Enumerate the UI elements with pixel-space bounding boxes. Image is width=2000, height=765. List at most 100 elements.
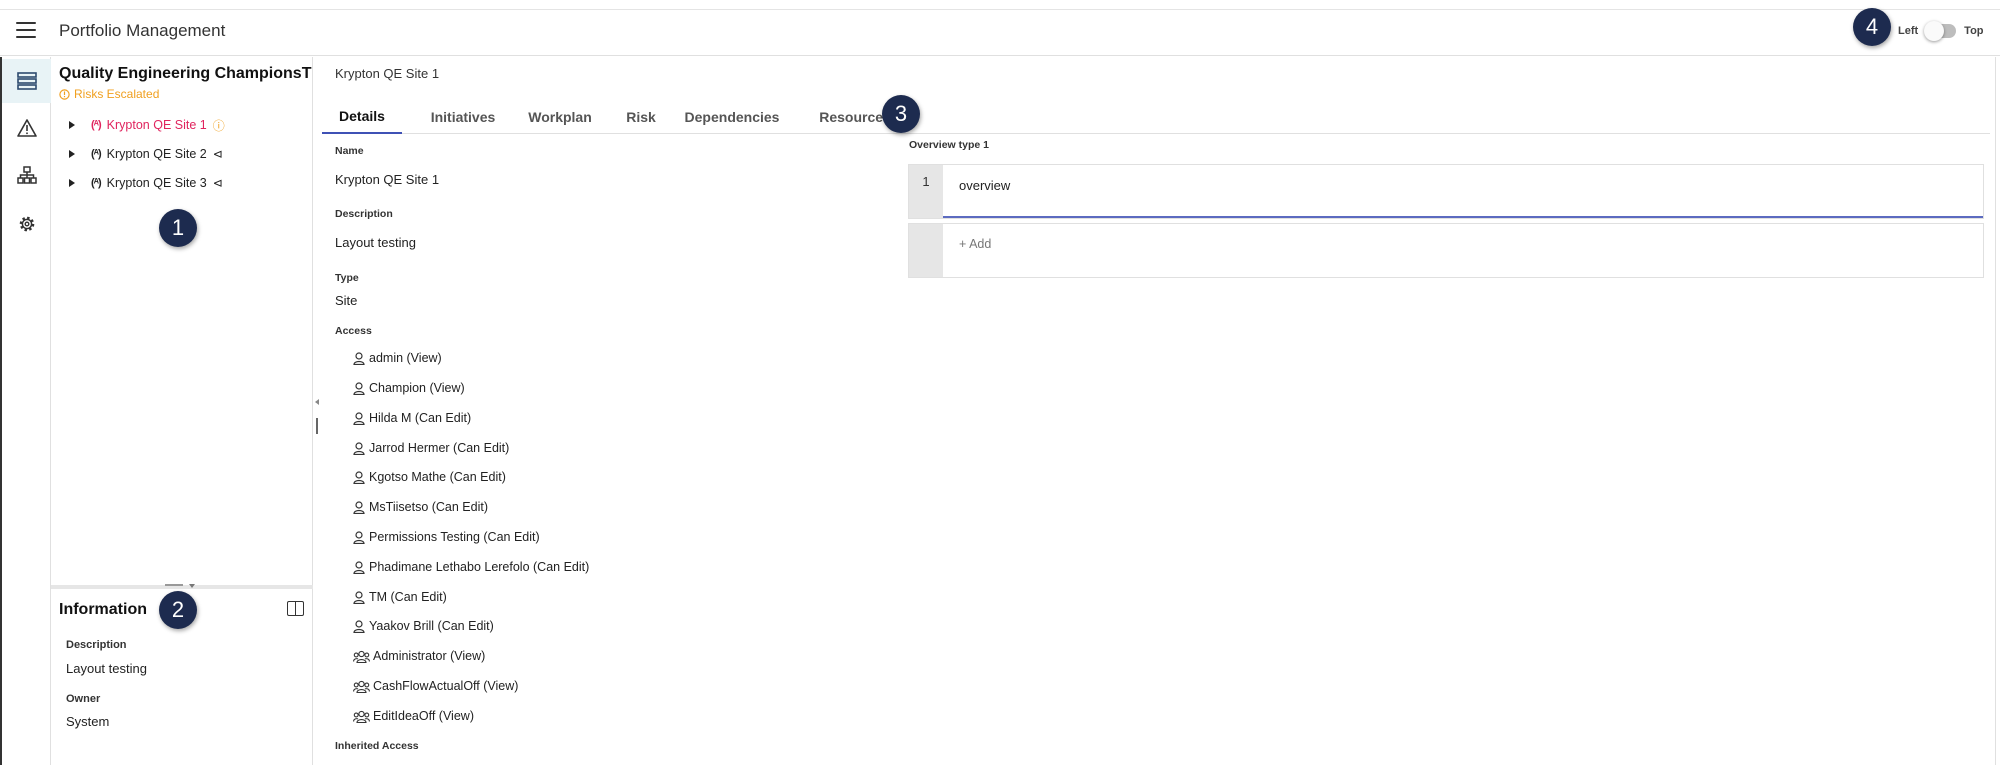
rail-settings-button[interactable] [2, 202, 51, 246]
access-entry-label: Administrator (View) [373, 649, 486, 663]
group-icon [352, 650, 370, 663]
tree-item-label: Krypton QE Site 3 [106, 176, 207, 190]
info-circle-icon [59, 88, 70, 100]
access-entry: Phadimane Lethabo Lerefolo (Can Edit) [352, 558, 589, 576]
toggle-right-label: Top [1964, 25, 1984, 37]
name-value: Krypton QE Site 1 [335, 172, 440, 187]
portfolio-status-text: Risks Escalated [74, 87, 160, 101]
portfolio-title: Quality Engineering ChampionsT [59, 65, 312, 82]
list-icon [16, 72, 37, 90]
tab-workplan[interactable]: Workplan [515, 100, 605, 134]
access-entry-label: Champion (View) [369, 381, 465, 395]
resize-grip-icon[interactable] [316, 418, 318, 434]
site-icon: (ᴬ) [91, 148, 102, 160]
type-value: Site [335, 293, 358, 308]
access-entry: Yaakov Brill (Can Edit) [352, 617, 494, 635]
tab-initiatives[interactable]: Initiatives [418, 100, 508, 134]
layout-toggle: Left Top [1898, 21, 1984, 41]
access-entry: Permissions Testing (Can Edit) [352, 528, 540, 546]
access-entry-label: admin (View) [369, 351, 442, 365]
user-icon [352, 590, 366, 604]
access-entry: TM (Can Edit) [352, 588, 447, 606]
access-entry-label: Jarrod Hermer (Can Edit) [369, 441, 510, 455]
left-nav-rail [0, 57, 51, 765]
tree-item-label: Krypton QE Site 1 [106, 118, 207, 132]
information-panel: Information 2 Description Layout testing… [51, 589, 313, 765]
tab-dependencies[interactable]: Dependencies [672, 100, 792, 134]
link-icon: ⊲ [212, 176, 223, 190]
user-icon [352, 619, 366, 633]
access-entry: Hilda M (Can Edit) [352, 409, 471, 427]
collapse-arrow-icon[interactable] [315, 399, 319, 405]
overview-add-row: + Add [908, 223, 1984, 278]
overview-add-gutter [909, 224, 943, 277]
gear-icon [19, 216, 34, 232]
add-overview-button[interactable]: + Add [943, 224, 1983, 277]
info-owner-value: System [66, 714, 110, 729]
risk-info-icon: ⓘ [212, 118, 225, 133]
group-icon [352, 710, 370, 723]
expand-caret-icon[interactable] [69, 150, 75, 158]
collapse-panel-handle[interactable] [313, 57, 322, 765]
user-icon [352, 500, 366, 514]
right-scroll-edge [1995, 57, 1996, 765]
access-entry-label: Permissions Testing (Can Edit) [369, 530, 540, 544]
breadcrumb: Krypton QE Site 1 [335, 66, 440, 81]
portfolio-status: Risks Escalated [59, 87, 159, 101]
callout-marker-1: 1 [159, 209, 197, 247]
access-entry: MsTiisetso (Can Edit) [352, 498, 488, 516]
overview-row: 1 overview [908, 164, 1984, 219]
access-label: Access [335, 325, 372, 337]
app-title: Portfolio Management [59, 21, 226, 40]
access-entry: Champion (View) [352, 379, 465, 397]
user-icon [352, 411, 366, 425]
layout-switch[interactable] [1924, 21, 1957, 41]
user-icon [352, 351, 366, 365]
tree-item-site-3[interactable]: (ᴬ) Krypton QE Site 3 ⊲ [69, 173, 223, 193]
site-icon: (ᴬ) [91, 177, 102, 189]
tab-bar: Details Initiatives Workplan Risk Depend… [322, 100, 1990, 134]
info-owner-label: Owner [66, 693, 101, 705]
info-description-label: Description [66, 639, 127, 651]
user-icon [352, 381, 366, 395]
description-value: Layout testing [335, 235, 416, 250]
expand-caret-icon[interactable] [69, 121, 75, 129]
panel-layout-icon[interactable] [287, 601, 304, 616]
info-description-value: Layout testing [66, 661, 147, 676]
user-icon [352, 470, 366, 484]
tree-item-site-1[interactable]: (ᴬ) Krypton QE Site 1 ⓘ [69, 115, 225, 135]
access-entry-label: Hilda M (Can Edit) [369, 411, 472, 425]
overview-label: Overview type 1 [909, 139, 989, 151]
type-label: Type [335, 272, 359, 284]
description-label: Description [335, 208, 393, 220]
access-entry-label: EditIdeaOff (View) [373, 709, 474, 723]
split-arrow-icon[interactable] [189, 584, 195, 588]
overview-row-number: 1 [909, 165, 943, 218]
access-entry-label: CashFlowActualOff (View) [373, 679, 519, 693]
access-entry: Administrator (View) [352, 647, 485, 665]
tab-risk[interactable]: Risk [610, 100, 672, 134]
user-icon [352, 560, 366, 574]
top-edge [0, 0, 2000, 10]
access-entry: EditIdeaOff (View) [352, 707, 474, 725]
rail-list-button[interactable] [2, 59, 51, 103]
user-icon [352, 441, 366, 455]
expand-caret-icon[interactable] [69, 179, 75, 187]
hierarchy-icon [16, 166, 37, 184]
group-icon [352, 680, 370, 693]
warning-icon [16, 119, 37, 137]
access-entry: Jarrod Hermer (Can Edit) [352, 439, 509, 457]
callout-marker-4: 4 [1853, 8, 1891, 46]
tree-item-site-2[interactable]: (ᴬ) Krypton QE Site 2 ⊲ [69, 144, 223, 164]
portfolio-tree-panel: Quality Engineering ChampionsT Risks Esc… [51, 57, 313, 585]
site-icon: (ᴬ) [91, 119, 102, 131]
rail-hierarchy-button[interactable] [2, 153, 51, 197]
tab-details[interactable]: Details [322, 100, 402, 134]
menu-icon[interactable] [16, 22, 36, 42]
overview-text-field[interactable]: overview [943, 165, 1983, 218]
user-icon [352, 530, 366, 544]
rail-risk-button[interactable] [2, 106, 51, 150]
split-handle-icon[interactable] [165, 584, 183, 586]
toggle-left-label: Left [1898, 25, 1919, 37]
access-entry: admin (View) [352, 349, 442, 367]
